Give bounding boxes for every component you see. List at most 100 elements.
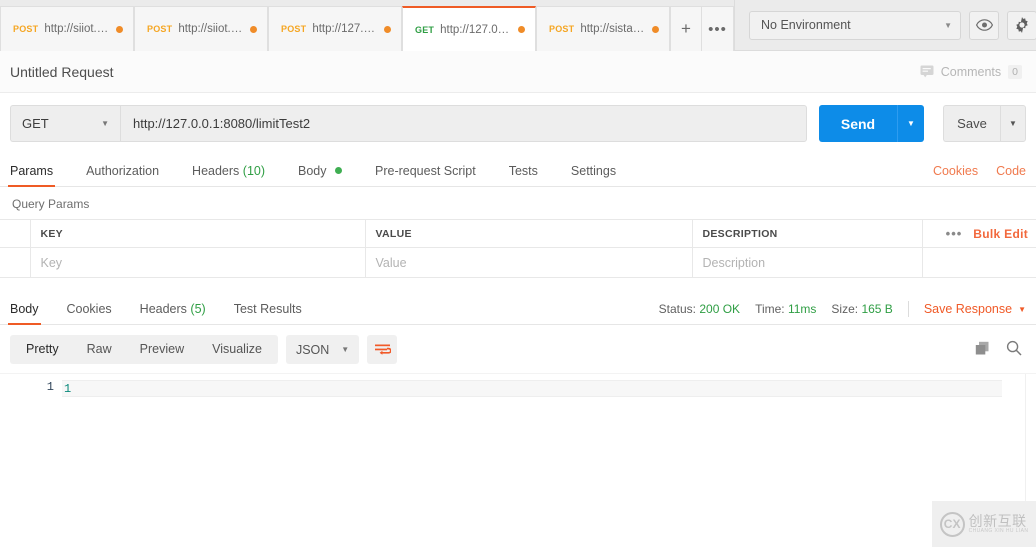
tab-authorization-label: Authorization	[86, 164, 160, 178]
request-tab-2[interactable]: POST http://siiot.e…	[134, 6, 268, 51]
request-tab-4-active[interactable]: GET http://127.0.0.…	[402, 6, 536, 51]
bulk-edit-button[interactable]: Bulk Edit	[973, 227, 1028, 241]
environment-quick-look-button[interactable]	[969, 10, 999, 40]
view-visualize-button[interactable]: Visualize	[198, 335, 276, 364]
request-tab-method: GET	[415, 24, 435, 35]
wrap-lines-button[interactable]	[367, 335, 398, 364]
response-section-tabs: Body Cookies Headers (5) Test Results St…	[0, 292, 1036, 325]
table-options-icon[interactable]: •••	[946, 226, 963, 241]
response-tab-body-label: Body	[10, 302, 39, 316]
row-checkbox-cell[interactable]	[0, 247, 31, 278]
status-badge: Status: 200 OK	[659, 302, 740, 316]
cookies-link[interactable]: Cookies	[933, 164, 978, 178]
query-params-table: KEY VALUE DESCRIPTION ••• Bulk Edit Key …	[0, 219, 1036, 278]
request-tab-1[interactable]: POST http://siiot.e…	[0, 6, 134, 51]
response-body-editor[interactable]: 1 1	[0, 373, 1036, 534]
tab-body[interactable]: Body	[298, 164, 342, 186]
table-row[interactable]: Key Value Description	[0, 247, 1036, 278]
column-header-value: VALUE	[364, 219, 693, 248]
environment-selector[interactable]: No Environment ▼	[749, 10, 961, 40]
tab-settings[interactable]: Settings	[571, 164, 616, 186]
view-pretty-button[interactable]: Pretty	[12, 335, 73, 364]
http-method-selector[interactable]: GET ▼	[10, 105, 120, 142]
copy-button[interactable]	[975, 341, 990, 359]
save-button[interactable]: Save	[943, 105, 1000, 142]
tab-headers-count: (10)	[242, 164, 266, 178]
request-tab-name: http://127.0.…	[312, 23, 378, 35]
chevron-down-icon: ▼	[101, 119, 109, 128]
send-options-button[interactable]: ▼	[897, 105, 924, 142]
table-header-row: KEY VALUE DESCRIPTION ••• Bulk Edit	[0, 219, 1036, 248]
tab-options-button[interactable]: •••	[702, 6, 734, 51]
chevron-down-icon: ▼	[944, 20, 952, 30]
row-value-input[interactable]: Value	[364, 247, 693, 278]
request-tab-method: POST	[549, 24, 575, 34]
tab-params[interactable]: Params	[7, 164, 56, 187]
response-body-toolbar: Pretty Raw Preview Visualize JSON ▼	[0, 325, 1036, 373]
size-badge: Size: 165 B	[831, 302, 892, 316]
tab-pre-request-script-label: Pre-request Script	[375, 164, 476, 178]
tab-pre-request-script[interactable]: Pre-request Script	[375, 164, 476, 186]
comments-button[interactable]: Comments 0	[920, 64, 1022, 79]
response-tab-cookies[interactable]: Cookies	[67, 302, 112, 324]
editor-code-area[interactable]: 1	[62, 374, 1036, 534]
request-tab-bar: POST http://siiot.e… POST http://siiot.e…	[0, 0, 1036, 51]
size-value: 165 B	[861, 302, 893, 316]
view-preview-button[interactable]: Preview	[126, 335, 198, 364]
comment-bubble-icon	[920, 65, 934, 78]
tab-tests[interactable]: Tests	[509, 164, 538, 186]
size-label: Size:	[831, 302, 859, 316]
table-actions: ••• Bulk Edit	[933, 220, 1036, 247]
watermark-logo: CX 创新互联 CHUANG XIN HU LIAN	[932, 501, 1036, 547]
view-raw-button[interactable]: Raw	[73, 335, 126, 364]
unsaved-dot-icon	[116, 25, 123, 33]
environment-selected-label: No Environment	[761, 18, 851, 32]
tab-authorization[interactable]: Authorization	[86, 164, 159, 186]
tab-body-label: Body	[298, 164, 327, 178]
unsaved-dot-icon	[652, 25, 659, 33]
tab-headers[interactable]: Headers (10)	[192, 164, 265, 186]
response-tab-body[interactable]: Body	[8, 302, 40, 325]
row-description-input[interactable]: Description	[691, 247, 923, 278]
comments-label: Comments	[940, 64, 1002, 79]
response-tab-headers[interactable]: Headers (5)	[140, 302, 206, 324]
url-input[interactable]: http://127.0.0.1:8080/limitTest2	[120, 105, 807, 142]
response-format-selector[interactable]: JSON ▼	[285, 335, 360, 364]
column-header-actions: ••• Bulk Edit	[921, 219, 1036, 248]
send-button[interactable]: Send	[819, 105, 897, 142]
code-link[interactable]: Code	[996, 164, 1026, 178]
request-tab-3[interactable]: POST http://127.0.…	[268, 6, 402, 51]
unsaved-dot-icon	[384, 25, 391, 33]
column-header-key: KEY	[29, 219, 366, 248]
query-params-label: Query Params	[12, 197, 90, 211]
time-label: Time:	[755, 302, 785, 316]
search-icon	[1006, 340, 1022, 356]
request-tab-5[interactable]: POST http://sistar…	[536, 6, 670, 51]
response-tab-headers-label: Headers	[139, 302, 187, 316]
copy-icon	[975, 341, 989, 354]
divider	[907, 301, 909, 317]
request-tab-method: POST	[281, 24, 307, 34]
request-tab-method: POST	[147, 24, 173, 34]
page-title: Untitled Request	[10, 63, 114, 80]
url-bar-row: GET ▼ http://127.0.0.1:8080/limitTest2 S…	[0, 93, 1036, 153]
postman-app-window: POST http://siiot.e… POST http://siiot.e…	[0, 0, 1036, 547]
request-tab-name: http://siiot.e…	[44, 23, 110, 35]
save-response-label: Save Response	[923, 302, 1013, 316]
response-tab-test-results[interactable]: Test Results	[234, 302, 302, 324]
tab-headers-label: Headers	[192, 164, 240, 178]
status-label: Status:	[658, 302, 697, 316]
tab-settings-label: Settings	[570, 164, 617, 178]
select-all-cell	[0, 219, 31, 248]
save-options-button[interactable]: ▼	[1000, 105, 1026, 142]
chevron-down-icon: ▼	[1018, 304, 1026, 314]
save-response-button[interactable]: Save Response ▼	[924, 302, 1026, 316]
response-tab-headers-count: (5)	[190, 302, 206, 316]
settings-button[interactable]	[1007, 10, 1036, 40]
row-key-input[interactable]: Key	[29, 247, 366, 278]
search-button[interactable]	[1006, 340, 1022, 359]
new-tab-button[interactable]: +	[670, 6, 702, 51]
request-tab-name: http://127.0.0.…	[440, 23, 512, 36]
wrap-lines-icon	[374, 344, 391, 355]
editor-gutter: 1	[0, 374, 62, 534]
